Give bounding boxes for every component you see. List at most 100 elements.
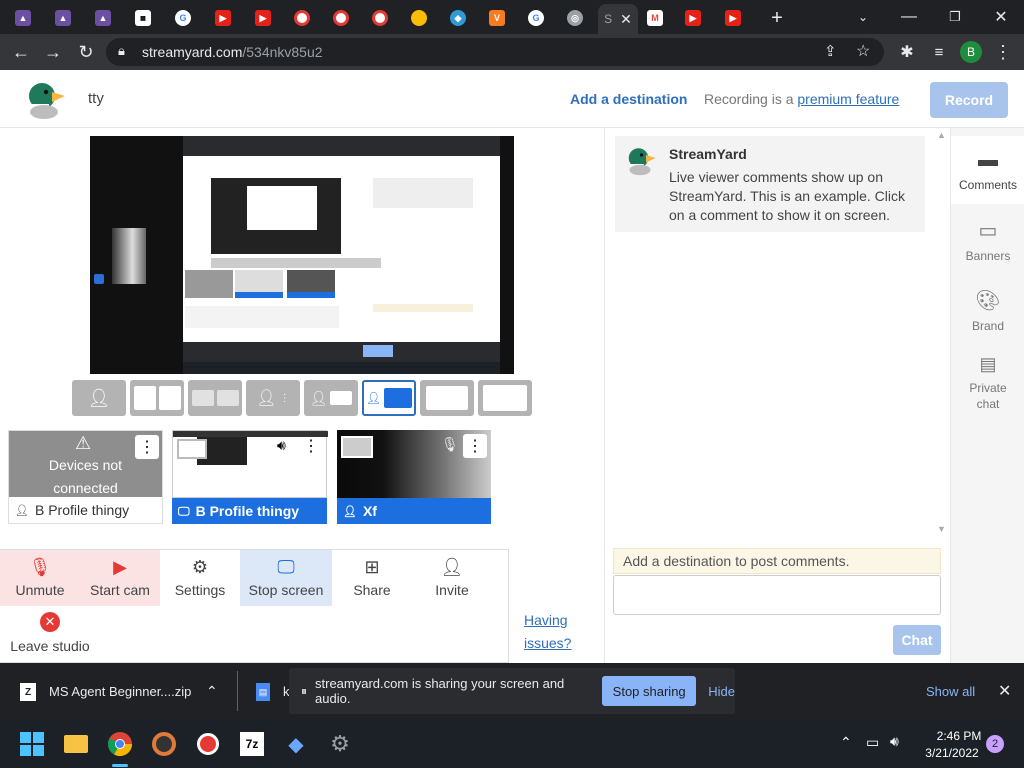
browser-tab[interactable] [287, 6, 317, 30]
speaker-icon: 🔊︎ [277, 437, 286, 453]
nested-layout-row [211, 258, 381, 268]
having-issues-link[interactable]: Having [524, 612, 568, 628]
show-all-link[interactable]: Show all [926, 684, 975, 699]
studio-name[interactable]: tty [88, 90, 104, 107]
add-destination-link[interactable]: Add a destination [570, 91, 687, 107]
layout-fullscreen-button[interactable] [478, 380, 532, 416]
media-control-icon[interactable]: ≡ [926, 40, 952, 64]
layout-group-button[interactable] [130, 380, 184, 416]
download-chevron-icon[interactable]: ⌃ [206, 683, 218, 700]
browser-tab[interactable]: ▲ [48, 6, 78, 30]
browser-tab[interactable]: G [521, 6, 551, 30]
browser-tab[interactable]: G [168, 6, 198, 30]
record-favicon-icon [294, 10, 310, 26]
stop-sharing-button[interactable]: Stop sharing [602, 676, 697, 706]
url-path: /534nkv85u2 [242, 44, 323, 60]
close-tab-icon[interactable]: ✕ [620, 11, 632, 28]
leave-studio-button[interactable]: ✕ Leave studio [0, 608, 100, 662]
minimize-icon[interactable]: — [886, 0, 932, 34]
tab-banners[interactable]: ▭ Banners [951, 206, 1024, 274]
participant-tile-screen[interactable]: 🔊︎ ⋮ 🖵︎ B Profile thingy [172, 430, 328, 524]
browser-tab[interactable]: ◎ [560, 6, 590, 30]
tile-more-icon[interactable]: ⋮ [463, 434, 487, 458]
chrome-menu-icon[interactable]: ⋮ [990, 40, 1016, 64]
window-close-icon[interactable]: ✕ [978, 0, 1024, 34]
layout-thin-button[interactable] [188, 380, 242, 416]
settings-button[interactable]: ⚙ Settings [160, 550, 240, 606]
7zip-icon[interactable]: 7z [238, 730, 266, 758]
new-tab-plus-icon[interactable]: + [762, 6, 792, 30]
having-issues-link[interactable]: issues? [524, 635, 571, 651]
comment-input[interactable] [613, 575, 941, 615]
browser-tab[interactable] [365, 6, 395, 30]
youtube-favicon-icon: ▶ [215, 10, 231, 26]
back-arrow-icon[interactable]: ← [8, 40, 34, 64]
layout-solo-button[interactable]: 👤︎ [72, 380, 126, 416]
share-page-icon[interactable]: ⇪ [824, 42, 837, 60]
layout-screen-pip-button[interactable] [420, 380, 474, 416]
chat-button[interactable]: Chat [893, 625, 941, 655]
invite-button[interactable]: 👤︎ Invite [412, 550, 492, 606]
layout-screen-thumb-button[interactable]: 👤︎ [362, 380, 416, 416]
layout-leader-button[interactable]: 👤︎ ⋮ [246, 380, 300, 416]
browser-tab[interactable]: ▶ [718, 6, 748, 30]
browser-tab[interactable]: M [640, 6, 670, 30]
tab-brand[interactable]: 🎨︎ Brand [951, 276, 1024, 344]
profile-avatar[interactable]: B [958, 40, 984, 64]
chrome-taskbar-icon[interactable] [106, 730, 134, 758]
premium-feature-link[interactable]: premium feature [797, 91, 899, 107]
forward-arrow-icon[interactable]: → [40, 40, 66, 64]
tile-more-icon[interactable]: ⋮ [303, 436, 319, 456]
download-item-name[interactable]: MS Agent Beginner....zip [49, 684, 191, 699]
comment-card[interactable]: StreamYard Live viewer comments show up … [615, 136, 925, 232]
notification-badge[interactable]: 2 [986, 735, 1004, 753]
browser-tab[interactable] [326, 6, 356, 30]
microphone-icon[interactable]: 🎙︎ [441, 436, 459, 453]
tab-search-chevron-icon[interactable]: ⌄ [840, 0, 886, 34]
file-explorer-icon[interactable] [62, 730, 90, 758]
participant-tile-camera[interactable]: 🎙︎ ⋮ 👤︎ Xf [337, 430, 492, 524]
layout-screen-side-button[interactable]: 👤︎ [304, 380, 358, 416]
participant-tile[interactable]: ⚠ Devices not connected ⋮ 👤︎ B Profile th… [8, 430, 163, 524]
browser-tab[interactable] [404, 6, 434, 30]
extensions-puzzle-icon[interactable]: ✱ [894, 40, 920, 64]
omnibox[interactable]: 🔒︎ streamyard.com/534nkv85u2 ⇪ ☆ [106, 38, 884, 66]
browser-tab[interactable]: V [482, 6, 512, 30]
tile-more-icon[interactable]: ⋮ [135, 435, 159, 459]
browser-tab[interactable]: ▲ [8, 6, 38, 30]
screen-recorder-icon[interactable] [194, 730, 222, 758]
browser-tab[interactable]: ▶ [208, 6, 238, 30]
tab-private-chat[interactable]: ▤ Private chat [951, 348, 1024, 416]
browser-tab[interactable]: ▶ [678, 6, 708, 30]
tab-comments[interactable]: ▬ Comments [951, 136, 1024, 204]
tray-chevron-icon[interactable]: ⌃ [840, 734, 852, 751]
restore-icon[interactable]: ❐ [932, 0, 978, 34]
windows-start-icon[interactable] [18, 730, 46, 758]
close-downloads-icon[interactable]: ✕ [998, 681, 1011, 701]
share-button[interactable]: ⊞ Share [332, 550, 412, 606]
browser-tab[interactable]: ▶ [248, 6, 278, 30]
layout-cell [158, 386, 181, 410]
network-icon[interactable]: ▭ [866, 734, 879, 751]
scroll-down-icon[interactable]: ▼ [937, 524, 946, 534]
unmute-button[interactable]: 🎙︎ Unmute [0, 550, 80, 606]
scroll-up-icon[interactable]: ▲ [937, 130, 946, 140]
clock-date[interactable]: 3/21/2022 [918, 746, 986, 760]
app-taskbar-icon[interactable]: ◆ [282, 730, 310, 758]
stop-screen-button[interactable]: 🖵︎ Stop screen [240, 550, 332, 606]
browser-tab[interactable]: ◆ [443, 6, 473, 30]
settings-taskbar-icon[interactable]: ⚙ [326, 730, 354, 758]
screen-thumb-icon [177, 439, 207, 459]
browser-tab[interactable]: ▲ [88, 6, 118, 30]
tile-name-label: 🖵︎ B Profile thingy [172, 498, 327, 524]
volume-icon[interactable]: 🔊︎ [890, 733, 899, 750]
reload-icon[interactable]: ↻ [73, 40, 99, 64]
browser-tab[interactable]: ▦ [128, 6, 158, 30]
hide-button[interactable]: Hide [708, 684, 735, 699]
media-player-icon[interactable] [150, 730, 178, 758]
browser-tab-active[interactable]: S ✕ [598, 4, 638, 34]
record-button[interactable]: Record [930, 82, 1008, 118]
bookmark-star-icon[interactable]: ☆ [856, 41, 870, 61]
clock-time[interactable]: 2:46 PM [932, 729, 986, 743]
start-cam-button[interactable]: ▶ Start cam [80, 550, 160, 606]
